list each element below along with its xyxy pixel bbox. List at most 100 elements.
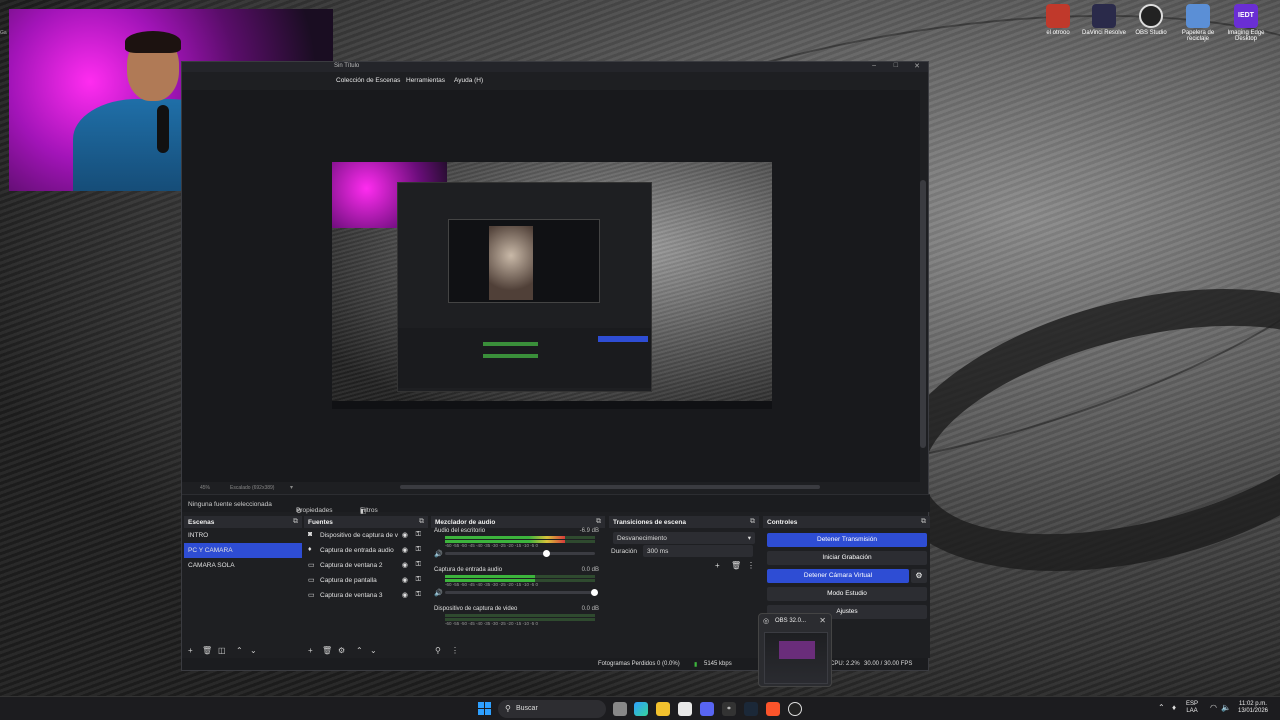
speaker-icon[interactable]: 🔊 — [434, 589, 443, 597]
edge-icon[interactable] — [634, 702, 648, 716]
lock-icon[interactable]: ⚿ — [416, 591, 421, 599]
duration-input[interactable]: 300 ms — [643, 545, 753, 557]
sources-dock: Fuentes ⧉ ◙ Dispositivo de captura de v … — [304, 516, 428, 658]
window-title: Sin Título — [334, 63, 360, 69]
meter-ticks: -60 -55 -50 -45 -40 -35 -30 -25 -20 -15 … — [445, 621, 539, 626]
preview-vertical-scrollbar[interactable] — [920, 180, 926, 448]
eye-icon[interactable]: ◉ — [402, 546, 408, 554]
volume-slider[interactable] — [445, 550, 595, 557]
volume-slider-knob[interactable] — [591, 589, 598, 596]
close-icon[interactable]: ✕ — [914, 62, 920, 70]
scene-item-camara-sola[interactable]: CAMARA SOLA — [184, 558, 302, 573]
task-view-icon[interactable] — [613, 702, 627, 716]
lock-icon[interactable]: ⚿ — [416, 561, 421, 569]
dock-popout-icon[interactable]: ⧉ — [293, 518, 298, 526]
channel-db: 0.0 dB — [581, 606, 599, 612]
dock-popout-icon[interactable]: ⧉ — [419, 518, 424, 526]
menu-help[interactable]: Ayuda (H) — [454, 77, 483, 84]
scene-filter-icon[interactable]: ◫ — [218, 646, 226, 655]
trash-icon[interactable]: 🗑 — [731, 561, 741, 570]
obs-taskbar-preview[interactable]: ◎ OBS 32.0... ✕ — [758, 613, 832, 687]
add-transition-icon[interactable]: + — [715, 561, 720, 570]
monitor-icon: ▭ — [308, 577, 315, 584]
maximize-icon[interactable]: □ — [894, 62, 898, 69]
source-item[interactable]: ◙ Dispositivo de captura de v ◉ ⚿ — [304, 528, 428, 543]
dock-popout-icon[interactable]: ⧉ — [750, 518, 755, 526]
dock-popout-icon[interactable]: ⧉ — [921, 518, 926, 526]
transition-select[interactable]: Desvanecimiento ▾ — [613, 532, 755, 544]
channel-name: Dispositivo de captura de video — [434, 606, 518, 612]
volume-slider-knob[interactable] — [543, 550, 550, 557]
menu-tools[interactable]: Herramientas — [406, 77, 445, 84]
preview-horizontal-scrollbar[interactable] — [400, 485, 820, 489]
desktop-icon-davinci[interactable]: DaVinci Resolve — [1080, 4, 1128, 36]
start-recording-button[interactable]: Iniciar Grabación — [767, 551, 927, 565]
eye-icon[interactable]: ◉ — [402, 531, 408, 539]
add-source-icon[interactable]: + — [308, 646, 313, 655]
stop-streaming-button[interactable]: Detener Transmisión — [767, 533, 927, 547]
minimize-icon[interactable]: – — [872, 62, 876, 69]
popup-thumbnail[interactable] — [764, 632, 828, 684]
eye-icon[interactable]: ◉ — [402, 576, 408, 584]
taskbar-search[interactable]: ⚲ Buscar — [498, 700, 606, 718]
scene-item-intro[interactable]: INTRO — [184, 528, 302, 543]
chevron-up-icon[interactable]: ⌃ — [1158, 703, 1165, 712]
brave-icon[interactable] — [766, 702, 780, 716]
move-down-icon[interactable]: ⌄ — [370, 646, 377, 655]
source-item[interactable]: ▭ Captura de ventana 3 ◉ ⚿ — [304, 588, 428, 603]
studio-mode-button[interactable]: Modo Estudio — [767, 587, 927, 601]
discord-icon[interactable] — [700, 702, 714, 716]
source-item[interactable]: ▭ Captura de ventana 2 ◉ ⚿ — [304, 558, 428, 573]
microphone-icon[interactable]: ♦ — [1172, 703, 1176, 712]
source-item[interactable]: ♦ Captura de entrada audio ◉ ⚿ — [304, 543, 428, 558]
dock-popout-icon[interactable]: ⧉ — [596, 518, 601, 526]
desktop-icon-obs[interactable]: OBS Studio — [1127, 4, 1175, 36]
sources-footer: + 🗑 ⚙ ⌃ ⌄ — [304, 644, 428, 658]
source-item[interactable]: ▭ Captura de pantalla ◉ ⚿ — [304, 573, 428, 588]
controls-header: Controles ⧉ — [763, 516, 930, 528]
clock[interactable]: 11:02 p.m. 13/01/2026 — [1236, 701, 1270, 715]
steam-icon[interactable] — [744, 702, 758, 716]
more-options-icon[interactable]: ⋮ — [451, 646, 459, 655]
stop-virtual-camera-button[interactable]: Detener Cámara Virtual — [767, 569, 909, 583]
close-icon[interactable]: ✕ — [819, 616, 826, 625]
volume-slider[interactable] — [445, 589, 598, 596]
store-icon[interactable] — [678, 702, 692, 716]
gear-icon[interactable]: ⚙ — [338, 646, 345, 655]
scene-item-pc-y-camara[interactable]: PC Y CAMARA — [184, 543, 302, 558]
link-icon[interactable]: ⚲ — [435, 646, 441, 655]
move-up-icon[interactable]: ⌃ — [356, 646, 363, 655]
add-scene-icon[interactable]: + — [188, 646, 193, 655]
preview-nested-obs — [397, 182, 652, 392]
desktop-icon-trophy[interactable]: el otrooo — [1034, 4, 1082, 36]
chevron-down-icon: ▾ — [747, 535, 751, 542]
eye-icon[interactable]: ◉ — [402, 591, 408, 599]
wifi-icon[interactable]: ◠ — [1210, 703, 1217, 712]
program-preview[interactable] — [332, 162, 772, 409]
desktop-icon-imaging-edge[interactable]: IEDT Imaging Edge Desktop — [1222, 4, 1270, 42]
input-language[interactable]: ESP LAA — [1186, 701, 1198, 715]
menu-scene-collection[interactable]: Colección de Escenas — [336, 77, 400, 84]
canvas-dropdown-icon[interactable]: ▾ — [290, 484, 293, 491]
windows-start-icon[interactable] — [478, 702, 492, 716]
trash-icon[interactable]: 🗑 — [322, 646, 332, 655]
bitrate: 5145 kbps — [704, 661, 732, 667]
desktop-icon-recycle[interactable]: Papelera de reciclaje — [1174, 4, 1222, 42]
file-explorer-icon[interactable] — [656, 702, 670, 716]
volume-icon[interactable]: 🔈 — [1221, 703, 1231, 712]
trash-icon[interactable]: 🗑 — [202, 646, 212, 655]
lock-icon[interactable]: ⚿ — [416, 576, 421, 584]
move-down-icon[interactable]: ⌄ — [250, 646, 257, 655]
capcut-icon[interactable]: ⌗ — [722, 702, 736, 716]
preview-taskbar — [332, 401, 772, 409]
virtual-camera-settings-icon[interactable]: ⚙ — [911, 569, 927, 583]
move-up-icon[interactable]: ⌃ — [236, 646, 243, 655]
lock-icon[interactable]: ⚿ — [416, 531, 421, 539]
more-options-icon[interactable]: ⋮ — [747, 561, 755, 570]
eye-icon[interactable]: ◉ — [402, 561, 408, 569]
taskbar: ⚲ Buscar ⌗ ⌃ ♦ ESP LAA ◠ 🔈 11:02 p.m. 13… — [0, 696, 1280, 720]
speaker-icon[interactable]: 🔊 — [434, 550, 443, 558]
trophy-app-icon — [1046, 4, 1070, 28]
lock-icon[interactable]: ⚿ — [416, 546, 421, 554]
obs-taskbar-icon[interactable] — [788, 702, 802, 716]
